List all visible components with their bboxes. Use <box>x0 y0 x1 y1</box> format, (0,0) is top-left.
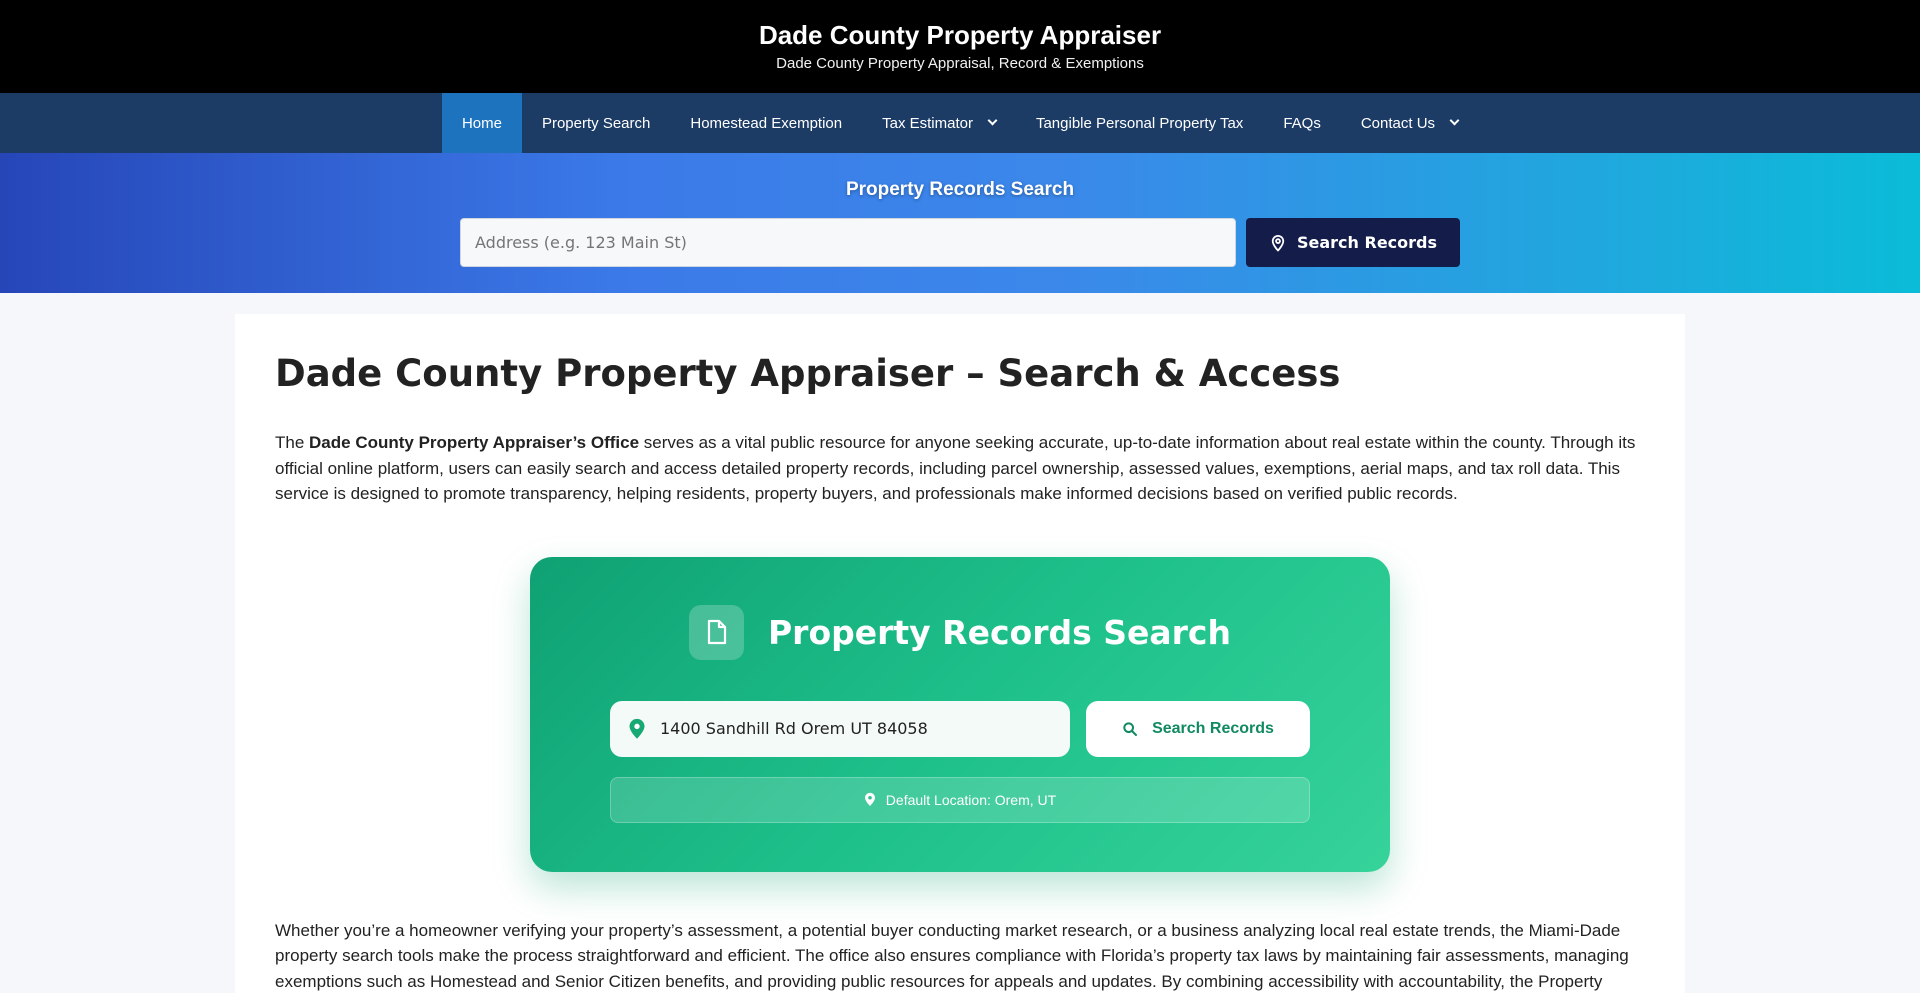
map-pin-icon <box>629 718 645 739</box>
hero-search-form: Search Records <box>0 218 1920 267</box>
hero-title: Property Records Search <box>845 179 1075 200</box>
nav-item-property-search[interactable]: Property Search <box>522 93 670 153</box>
nav-item-homestead-exemption[interactable]: Homestead Exemption <box>670 93 862 153</box>
site-title[interactable]: Dade County Property Appraiser <box>0 20 1920 50</box>
nav-item-contact-us[interactable]: Contact Us <box>1341 93 1478 153</box>
hero-search-banner: Property Records Search Search Records <box>0 153 1920 293</box>
nav-item-label: Home <box>461 114 502 132</box>
property-records-search-card: Property Records Search 1400 Sandhill Rd… <box>530 556 1390 872</box>
chevron-down-icon <box>1449 115 1460 126</box>
intro-paragraph: The Dade County Property Appraiser’s Off… <box>275 430 1645 507</box>
default-location-text: Default Location: Orem, UT <box>885 791 1057 808</box>
card-title: Property Records Search <box>768 612 1231 652</box>
page-title: Dade County Property Appraiser – Search … <box>275 352 1341 395</box>
nav-item-label: FAQs <box>1283 114 1321 132</box>
chevron-down-icon <box>987 115 998 126</box>
intro-text-start: The <box>275 433 310 452</box>
card-search-records-button[interactable]: Search Records <box>1086 700 1310 757</box>
card-search-records-label: Search Records <box>1152 719 1274 737</box>
nav-item-label: Tax Estimator <box>882 114 973 132</box>
card-address-value: 1400 Sandhill Rd Orem UT 84058 <box>660 719 928 738</box>
intro-bold-text: Dade County Property Appraiser’s Office <box>309 433 640 452</box>
main-navigation: Home Property Search Homestead Exemption… <box>0 93 1920 153</box>
nav-item-tax-estimator[interactable]: Tax Estimator <box>862 93 1016 153</box>
card-address-input[interactable]: 1400 Sandhill Rd Orem UT 84058 <box>610 700 1070 757</box>
nav-item-tangible-personal-property-tax[interactable]: Tangible Personal Property Tax <box>1016 93 1263 153</box>
card-header: Property Records Search <box>530 604 1390 660</box>
search-records-label: Search Records <box>1296 233 1438 252</box>
card-search-form: 1400 Sandhill Rd Orem UT 84058 Search Re… <box>610 700 1310 757</box>
search-records-button[interactable]: Search Records <box>1246 218 1460 267</box>
map-pin-outline-icon <box>1271 234 1285 251</box>
default-location-notice: Default Location: Orem, UT <box>610 776 1310 823</box>
site-tagline: Dade County Property Appraisal, Record &… <box>776 55 1144 72</box>
location-pin-icon <box>864 792 875 806</box>
outro-paragraph: Whether you’re a homeowner verifying you… <box>275 920 1629 991</box>
document-icon <box>689 604 744 660</box>
nav-item-home[interactable]: Home <box>441 93 522 153</box>
nav-item-label: Contact Us <box>1360 114 1436 132</box>
search-icon <box>1123 721 1138 736</box>
nav-item-label: Tangible Personal Property Tax <box>1035 114 1244 132</box>
nav-item-faqs[interactable]: FAQs <box>1263 93 1341 153</box>
main-content: Dade County Property Appraiser – Search … <box>235 314 1685 993</box>
nav-item-label: Homestead Exemption <box>690 114 843 132</box>
site-header: Dade County Property Appraiser Dade Coun… <box>0 0 1920 93</box>
address-search-input[interactable] <box>460 218 1236 267</box>
nav-item-label: Property Search <box>541 114 651 132</box>
